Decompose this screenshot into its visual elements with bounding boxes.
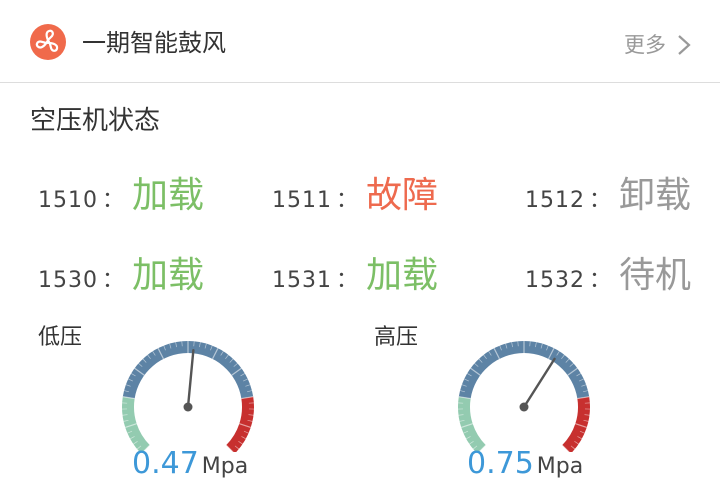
high-pressure-gauge <box>458 341 590 452</box>
compressor-code: 1532 <box>525 268 585 293</box>
status-value: 加载 <box>132 175 205 216</box>
fan-icon <box>30 24 66 60</box>
status-value: 故障 <box>366 175 439 216</box>
gauge-needle <box>522 357 556 409</box>
compressor-status: 1511 ： 故障 <box>272 166 438 216</box>
gauge-hub <box>519 402 529 412</box>
compressor-code: 1512 <box>525 188 585 213</box>
separator: ： <box>336 188 359 213</box>
status-value: 加载 <box>366 255 439 296</box>
status-value: 待机 <box>619 255 692 296</box>
low-pressure-gauge <box>122 341 254 452</box>
page-title: 一期智能鼓风 <box>82 29 226 57</box>
separator: ： <box>102 268 125 293</box>
section-title: 空压机状态 <box>30 106 161 136</box>
compressor-status: 1531 ： 加载 <box>272 246 438 296</box>
low-pressure-reading: 0.47 Mpa <box>132 446 248 481</box>
separator: ： <box>589 188 612 213</box>
compressor-status: 1512 ： 卸载 <box>525 166 691 216</box>
pressure-value: 0.47 <box>132 446 199 481</box>
status-value: 加载 <box>132 255 205 296</box>
compressor-status: 1510 ： 加载 <box>38 166 204 216</box>
high-pressure-reading: 0.75 Mpa <box>467 446 583 481</box>
compressor-code: 1530 <box>38 268 98 293</box>
more-link[interactable]: 更多 <box>624 30 692 60</box>
pressure-value: 0.75 <box>467 446 534 481</box>
separator: ： <box>102 188 125 213</box>
compressor-status: 1532 ： 待机 <box>525 246 691 296</box>
high-pressure-label: 高压 <box>374 325 419 350</box>
header-bar: 一期智能鼓风 更多 <box>0 0 720 83</box>
compressor-code: 1511 <box>272 188 332 213</box>
compressor-code: 1510 <box>38 188 98 213</box>
chevron-right-icon <box>678 35 691 55</box>
separator: ： <box>589 268 612 293</box>
status-value: 卸载 <box>619 175 692 216</box>
separator: ： <box>336 268 359 293</box>
compressor-code: 1531 <box>272 268 332 293</box>
pressure-unit: Mpa <box>536 454 584 479</box>
pressure-unit: Mpa <box>201 454 249 479</box>
gauge-hub <box>183 402 193 412</box>
low-pressure-label: 低压 <box>38 325 83 350</box>
gauge-needle <box>186 349 195 409</box>
compressor-status: 1530 ： 加载 <box>38 246 204 296</box>
more-label: 更多 <box>624 33 666 57</box>
